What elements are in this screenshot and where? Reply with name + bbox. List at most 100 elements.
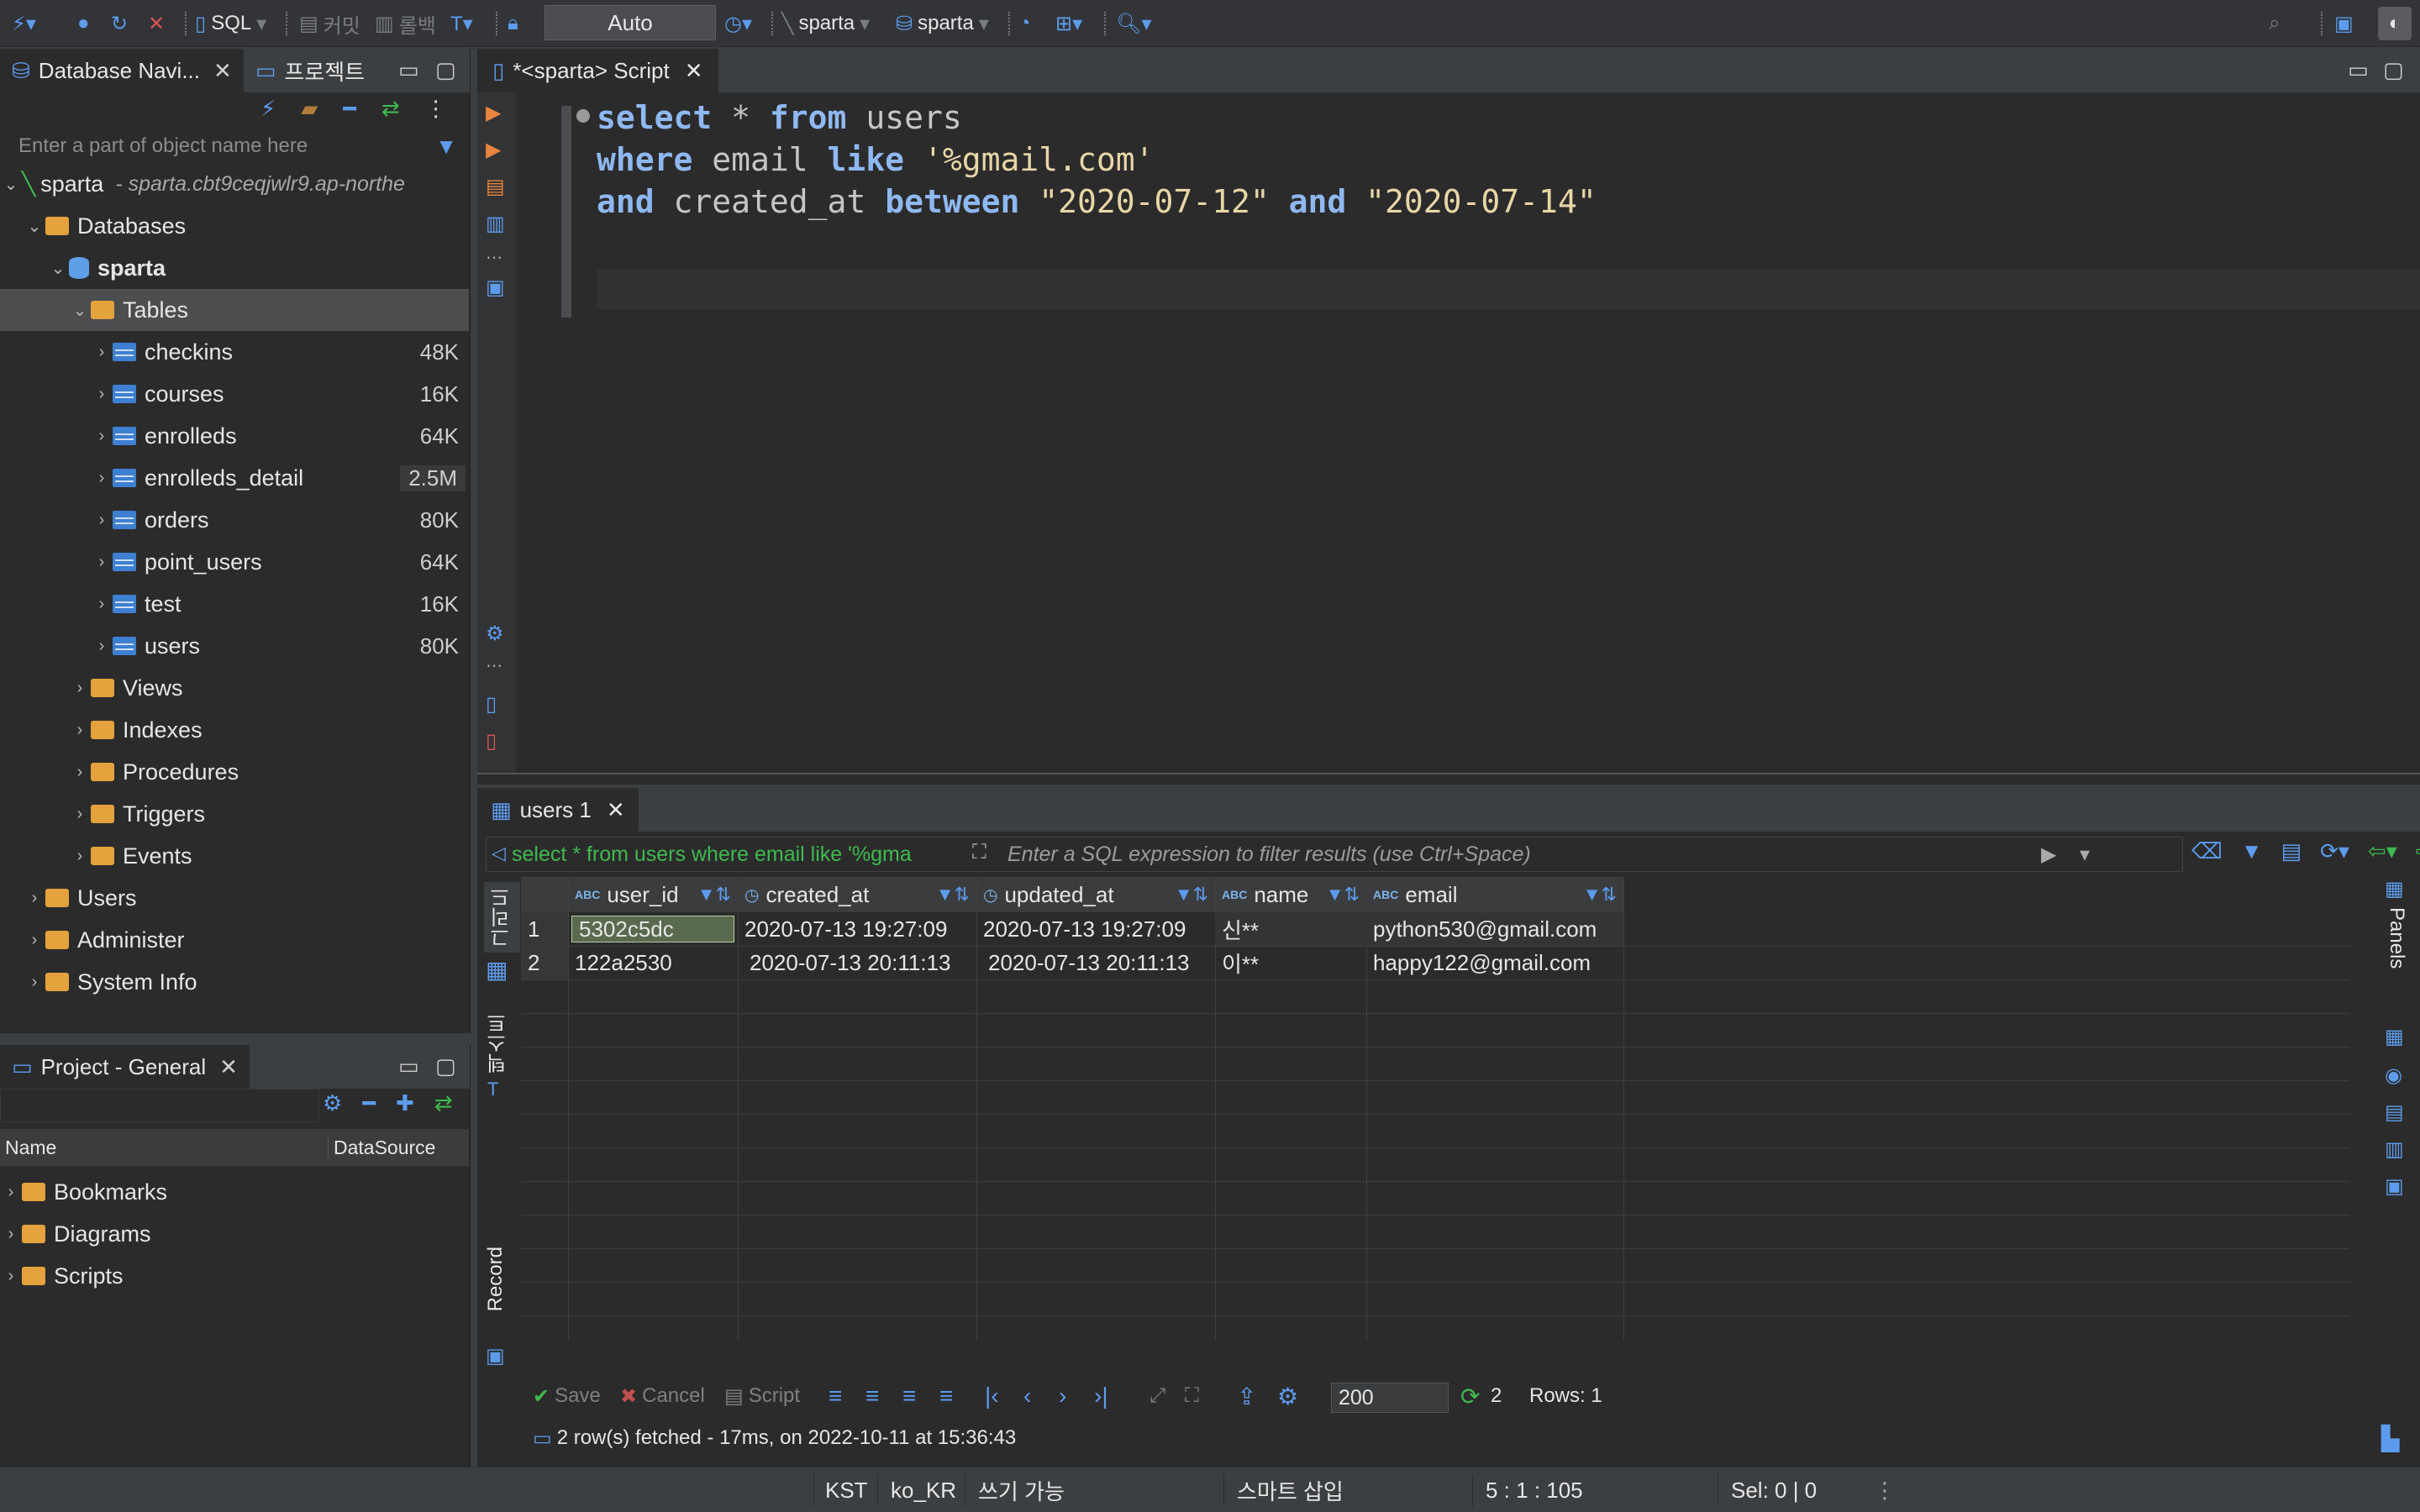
tab-project[interactable]: ▭ 프로젝트: [244, 49, 376, 92]
column-filter-icon[interactable]: ▼⇅: [697, 884, 731, 906]
column-filter-icon[interactable]: ▼⇅: [1326, 884, 1360, 906]
dashboard-icon[interactable]: ◔: [1018, 7, 1031, 40]
tab-panels[interactable]: Panels: [2385, 907, 2408, 969]
session-manager-icon[interactable]: ⊞▾: [1055, 7, 1082, 40]
tab-results-users[interactable]: ▦ users 1 ✕: [477, 788, 639, 832]
panels-icon[interactable]: ▦: [2385, 877, 2404, 901]
filter-icon[interactable]: ▼: [2241, 838, 2263, 864]
column-header-created-at[interactable]: ◷ created_at ▼⇅: [738, 877, 976, 912]
filter-history-icon[interactable]: ▾: [2080, 843, 2090, 867]
table-cell[interactable]: 122a2530: [568, 946, 738, 979]
column-header-name[interactable]: ABC name ▼⇅: [1215, 877, 1366, 912]
execute-new-tab-icon[interactable]: ▶: [486, 138, 501, 162]
maximize-icon[interactable]: ▢: [435, 57, 456, 83]
table-icon[interactable]: ▥: [2385, 1137, 2404, 1162]
explain-plan-icon[interactable]: ▥: [486, 212, 505, 236]
collapse-all-icon[interactable]: ━: [343, 96, 356, 122]
refresh-icon[interactable]: ⟳: [1460, 1379, 1480, 1413]
tree-table-item[interactable]: › checkins 48K: [0, 331, 469, 373]
table-cell[interactable]: 2020-07-13 19:27:09: [738, 912, 976, 946]
column-header-updated-at[interactable]: ◷ updated_at ▼⇅: [976, 877, 1215, 912]
panel-toggle-icon[interactable]: ▙: [2381, 1421, 2400, 1455]
fetch-next-icon[interactable]: ⤢: [1150, 1379, 1165, 1413]
project-filter-input[interactable]: [0, 1089, 319, 1122]
script-button[interactable]: ▤ Script: [724, 1379, 800, 1413]
tree-connection-sparta[interactable]: ⌄ ╲ sparta - sparta.cbt9ceqjwlr9.ap-nort…: [0, 163, 469, 205]
grid-icon[interactable]: ▦: [486, 956, 508, 984]
search-toolbar-icon[interactable]: 🔍︎▾: [1116, 7, 1152, 40]
link-editor-icon[interactable]: ⇄: [381, 96, 400, 122]
next-page-icon[interactable]: ›: [1059, 1379, 1066, 1413]
code-line[interactable]: and created_at between "2020-07-12" and …: [597, 183, 1597, 220]
tree-table-item[interactable]: › enrolleds 64K: [0, 415, 469, 457]
tree-table-item[interactable]: › users 80K: [0, 625, 469, 667]
connect-icon[interactable]: ●: [77, 7, 90, 40]
sql-editor-button[interactable]: ▯ SQL ▾: [195, 7, 266, 40]
column-header-datasource[interactable]: DataSource: [328, 1136, 435, 1159]
tree-table-item[interactable]: › enrolleds_detail 2.5M: [0, 457, 469, 499]
last-page-icon[interactable]: ›|: [1094, 1379, 1108, 1413]
close-icon[interactable]: ✕: [213, 58, 232, 84]
commit-button[interactable]: ▤ 커밋: [299, 7, 360, 40]
table-cell[interactable]: python530@gmail.com: [1366, 912, 1623, 946]
tree-tables[interactable]: ⌄ Tables: [0, 289, 469, 331]
tab-project-general[interactable]: ▭ Project - General ✕: [0, 1045, 250, 1089]
expand-icon[interactable]: ⛶: [972, 841, 986, 864]
table-cell[interactable]: 신**: [1215, 912, 1366, 946]
object-search-input[interactable]: Enter a part of object name here ▼: [0, 129, 469, 163]
tab-text-view[interactable]: 텍스트: [484, 1013, 513, 1074]
collapse-icon[interactable]: ━: [362, 1090, 376, 1116]
project-item-diagrams[interactable]: › Diagrams: [0, 1213, 469, 1255]
project-item-scripts[interactable]: › Scripts: [0, 1255, 469, 1297]
eraser-icon[interactable]: ⌫: [2191, 838, 2223, 864]
code-line[interactable]: where email like '%gmail.com': [597, 141, 1154, 178]
tab-record-view[interactable]: Record: [484, 1247, 508, 1311]
maximize-icon[interactable]: ▢: [2383, 57, 2404, 83]
back-icon[interactable]: ⇦▾: [2368, 838, 2397, 864]
view-menu-icon[interactable]: ⋮: [425, 96, 447, 122]
active-schema-selector[interactable]: ⛁ sparta ▾: [896, 7, 989, 40]
tree-table-item[interactable]: › courses 16K: [0, 373, 469, 415]
fetch-all-icon[interactable]: ⛶: [1185, 1379, 1199, 1413]
transaction-mode-icon[interactable]: T▾: [450, 7, 473, 40]
add-row-icon[interactable]: ≡: [865, 1379, 879, 1413]
new-connection-icon[interactable]: ⚡: [260, 96, 276, 122]
gear-icon[interactable]: ⚙: [323, 1090, 342, 1116]
result-filter-input[interactable]: Enter a SQL expression to filter results…: [1007, 843, 2083, 867]
table-cell[interactable]: happy122@gmail.com: [1366, 946, 1623, 979]
new-folder-icon[interactable]: ▰: [301, 96, 318, 122]
code-line[interactable]: select * from users: [597, 99, 962, 136]
forward-icon[interactable]: ⇨▾: [2416, 838, 2420, 864]
column-header-name[interactable]: Name: [0, 1137, 328, 1159]
history-icon[interactable]: ◷▾: [724, 7, 752, 40]
maximize-icon[interactable]: ▢: [435, 1053, 456, 1079]
tree-schema-sparta[interactable]: ⌄ sparta: [0, 247, 469, 289]
dbeaver-perspective-icon[interactable]: ◐: [2378, 7, 2412, 40]
link-icon[interactable]: ⇄: [434, 1090, 453, 1116]
tree-table-item[interactable]: › point_users 64K: [0, 541, 469, 583]
editor-results-splitter[interactable]: [477, 773, 2420, 785]
terminal-icon[interactable]: ▣: [486, 276, 505, 300]
tree-procedures[interactable]: › Procedures: [0, 751, 469, 793]
table-cell[interactable]: 2020-07-13 19:27:09: [976, 912, 1215, 946]
close-icon[interactable]: ✕: [607, 797, 625, 823]
minimize-icon[interactable]: ▭: [2348, 57, 2369, 83]
execute-script-icon[interactable]: ▤: [486, 175, 505, 199]
tree-indexes[interactable]: › Indexes: [0, 709, 469, 751]
refresh-mode-icon[interactable]: ⟳▾: [2320, 838, 2349, 864]
active-datasource-selector[interactable]: ╲ sparta ▾: [781, 7, 870, 40]
row-number[interactable]: 1: [521, 912, 568, 946]
cancel-button[interactable]: ✖ Cancel: [620, 1379, 705, 1413]
tree-triggers[interactable]: › Triggers: [0, 793, 469, 835]
save-button[interactable]: ✔ Save: [533, 1379, 601, 1413]
tree-users[interactable]: › Users: [0, 877, 469, 919]
close-icon[interactable]: ✕: [219, 1054, 238, 1080]
new-connection-icon[interactable]: ⚡▾: [12, 7, 36, 40]
settings-icon[interactable]: ⚙: [1277, 1379, 1298, 1413]
column-filter-icon[interactable]: ▼⇅: [936, 884, 970, 906]
export-icon[interactable]: ▯: [486, 692, 497, 717]
table-cell[interactable]: 2020-07-13 20:11:13: [976, 946, 1215, 979]
row-number[interactable]: 2: [521, 946, 568, 979]
perspective-icon[interactable]: ▣: [2334, 7, 2354, 40]
tree-administer[interactable]: › Administer: [0, 919, 469, 961]
